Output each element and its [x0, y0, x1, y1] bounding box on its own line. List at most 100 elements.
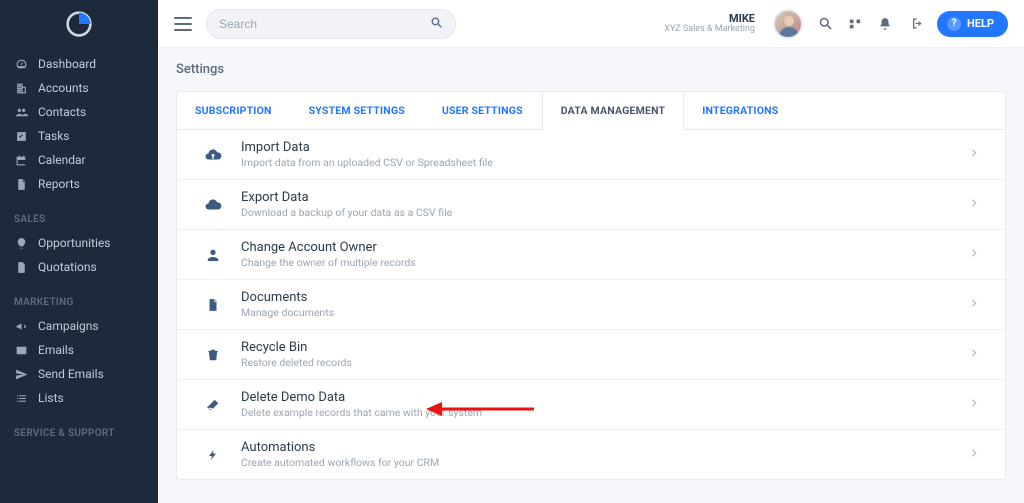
sidebar-group-marketing: MARKETING Campaigns Emails Send Emails L…	[0, 283, 158, 414]
sidebar-item-quotations[interactable]: Quotations	[0, 255, 158, 279]
list-icon	[14, 392, 28, 405]
chevron-right-icon	[969, 445, 979, 464]
tab-data-management[interactable]: DATA MANAGEMENT	[542, 92, 685, 129]
avatar[interactable]	[773, 9, 803, 39]
chevron-right-icon	[969, 395, 979, 414]
row-desc: Restore deleted records	[241, 356, 951, 369]
row-change-owner[interactable]: Change Account OwnerChange the owner of …	[177, 230, 1005, 280]
sidebar-item-dashboard[interactable]: Dashboard	[0, 52, 158, 76]
sidebar-item-reports[interactable]: Reports	[0, 172, 158, 196]
sidebar-heading: SALES	[0, 204, 158, 231]
sidebar-item-label: Tasks	[38, 129, 144, 143]
content: Settings SUBSCRIPTION SYSTEM SETTINGS US…	[158, 48, 1024, 503]
sidebar-item-label: Reports	[38, 177, 144, 191]
bell-icon[interactable]	[877, 16, 893, 32]
row-desc: Download a backup of your data as a CSV …	[241, 206, 951, 219]
search-input[interactable]	[206, 9, 456, 39]
page-title: Settings	[176, 62, 1006, 77]
user-org: XYZ Sales & Marketing	[664, 25, 755, 35]
search-icon[interactable]	[817, 16, 833, 32]
sidebar-item-label: Emails	[38, 343, 144, 357]
tab-integrations[interactable]: INTEGRATIONS	[684, 92, 797, 129]
user-block[interactable]: MIKE XYZ Sales & Marketing	[664, 13, 755, 35]
settings-icon[interactable]	[847, 16, 863, 32]
topbar: MIKE XYZ Sales & Marketing ? HELP	[158, 0, 1024, 48]
settings-card: SUBSCRIPTION SYSTEM SETTINGS USER SETTIN…	[176, 91, 1006, 480]
chevron-right-icon	[969, 295, 979, 314]
trash-icon	[203, 347, 223, 363]
eraser-icon	[203, 398, 223, 412]
row-desc: Import data from an uploaded CSV or Spre…	[241, 156, 951, 169]
row-automations[interactable]: AutomationsCreate automated workflows fo…	[177, 430, 1005, 479]
row-import-data[interactable]: Import DataImport data from an uploaded …	[177, 130, 1005, 180]
tab-user-settings[interactable]: USER SETTINGS	[424, 92, 542, 129]
row-recycle-bin[interactable]: Recycle BinRestore deleted records	[177, 330, 1005, 380]
logout-icon[interactable]	[907, 16, 923, 32]
sidebar-heading: SERVICE & SUPPORT	[0, 418, 158, 445]
tab-system-settings[interactable]: SYSTEM SETTINGS	[291, 92, 424, 129]
tabs: SUBSCRIPTION SYSTEM SETTINGS USER SETTIN…	[177, 92, 1005, 130]
sidebar-item-campaigns[interactable]: Campaigns	[0, 314, 158, 338]
help-button[interactable]: ? HELP	[937, 11, 1008, 37]
chevron-right-icon	[969, 145, 979, 164]
row-title: Change Account Owner	[241, 240, 951, 255]
sidebar-item-tasks[interactable]: Tasks	[0, 124, 158, 148]
sidebar-item-emails[interactable]: Emails	[0, 338, 158, 362]
sidebar-item-label: Send Emails	[38, 367, 144, 381]
row-title: Documents	[241, 290, 951, 305]
sidebar-group-service: SERVICE & SUPPORT	[0, 414, 158, 449]
sidebar-item-contacts[interactable]: Contacts	[0, 100, 158, 124]
sidebar-main-group: Dashboard Accounts Contacts Tasks Calend…	[0, 48, 158, 200]
row-delete-demo[interactable]: Delete Demo DataDelete example records t…	[177, 380, 1005, 430]
search-field[interactable]	[219, 17, 422, 31]
sidebar-item-label: Lists	[38, 391, 144, 405]
help-label: HELP	[967, 17, 994, 30]
cloud-upload-icon	[203, 146, 223, 164]
megaphone-icon	[14, 320, 28, 333]
row-documents[interactable]: DocumentsManage documents	[177, 280, 1005, 330]
sidebar-item-label: Dashboard	[38, 57, 144, 71]
users-icon	[14, 106, 28, 119]
settings-rows: Import DataImport data from an uploaded …	[177, 130, 1005, 479]
row-desc: Change the owner of multiple records	[241, 256, 951, 269]
user-name: MIKE	[664, 13, 755, 25]
check-square-icon	[14, 130, 28, 143]
sidebar-item-accounts[interactable]: Accounts	[0, 76, 158, 100]
sidebar-item-send-emails[interactable]: Send Emails	[0, 362, 158, 386]
sidebar-item-label: Opportunities	[38, 236, 144, 250]
sidebar-item-label: Calendar	[38, 153, 144, 167]
chevron-right-icon	[969, 245, 979, 264]
file-icon	[14, 178, 28, 191]
row-title: Recycle Bin	[241, 340, 951, 355]
envelope-icon	[14, 344, 28, 357]
sidebar: Dashboard Accounts Contacts Tasks Calend…	[0, 0, 158, 503]
chevron-right-icon	[969, 195, 979, 214]
main: MIKE XYZ Sales & Marketing ? HELP Setting…	[158, 0, 1024, 503]
paper-plane-icon	[14, 368, 28, 381]
gauge-icon	[14, 58, 28, 71]
question-icon: ?	[947, 17, 961, 31]
sidebar-item-label: Quotations	[38, 260, 144, 274]
row-title: Import Data	[241, 140, 951, 155]
row-desc: Manage documents	[241, 306, 951, 319]
sidebar-item-lists[interactable]: Lists	[0, 386, 158, 410]
row-title: Automations	[241, 440, 951, 455]
logo[interactable]	[0, 0, 158, 48]
tab-subscription[interactable]: SUBSCRIPTION	[177, 92, 291, 129]
sidebar-item-label: Contacts	[38, 105, 144, 119]
user-icon	[203, 247, 223, 263]
menu-toggle-icon[interactable]	[174, 17, 192, 31]
row-title: Delete Demo Data	[241, 390, 951, 405]
sidebar-item-calendar[interactable]: Calendar	[0, 148, 158, 172]
bolt-icon	[203, 447, 223, 463]
sidebar-item-label: Accounts	[38, 81, 144, 95]
document-icon	[203, 297, 223, 313]
sidebar-group-sales: SALES Opportunities Quotations	[0, 200, 158, 283]
lightbulb-icon	[14, 237, 28, 250]
building-icon	[14, 82, 28, 95]
sidebar-item-opportunities[interactable]: Opportunities	[0, 231, 158, 255]
sidebar-item-label: Campaigns	[38, 319, 144, 333]
cloud-download-icon	[203, 196, 223, 214]
chevron-right-icon	[969, 345, 979, 364]
row-export-data[interactable]: Export DataDownload a backup of your dat…	[177, 180, 1005, 230]
